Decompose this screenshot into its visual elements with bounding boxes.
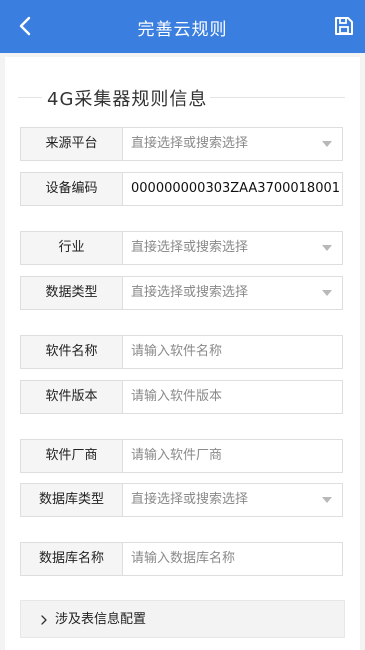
source-platform-select[interactable]: 来源平台 直接选择或搜索选择 [20,127,343,161]
software-name-input[interactable]: 软件名称 请输入软件名称 [20,335,343,369]
software-version-input[interactable]: 软件版本 请输入软件版本 [20,380,343,414]
table-info-config-expander[interactable]: 涉及表信息配置 [20,600,345,638]
section-title: 4G采集器规则信息 [47,89,208,110]
field-placeholder: 请输入软件名称 [131,344,223,359]
software-vendor-input[interactable]: 软件厂商 请输入软件厂商 [20,439,343,473]
dropdown-arrow-icon [322,245,332,251]
expander-label: 涉及表信息配置 [55,612,147,627]
field-label: 数据库类型 [21,484,123,516]
data-type-select[interactable]: 数据类型 直接选择或搜索选择 [20,276,343,310]
save-button[interactable] [333,15,355,37]
dropdown-arrow-icon [322,290,332,296]
dropdown-arrow-icon [322,497,332,503]
field-label: 数据类型 [21,277,123,309]
chevron-right-icon [41,615,47,625]
page-title: 完善云规则 [137,20,228,40]
section-divider-left [18,97,42,98]
field-placeholder: 直接选择或搜索选择 [131,285,249,300]
field-placeholder: 请输入软件厂商 [131,448,223,463]
database-name-input[interactable]: 数据库名称 请输入数据库名称 [20,542,343,576]
field-value: 000000000303ZAA3700018001 [131,181,341,196]
app-header: 完善云规则 [0,0,365,53]
device-code-field[interactable]: 设备编码 000000000303ZAA3700018001 [20,172,343,206]
field-label: 软件厂商 [21,440,123,472]
field-placeholder: 请输入软件版本 [131,389,223,404]
field-label: 设备编码 [21,173,123,205]
save-icon [335,17,353,35]
field-label: 软件版本 [21,381,123,413]
field-placeholder: 直接选择或搜索选择 [131,240,249,255]
field-placeholder: 请输入数据库名称 [131,551,236,566]
field-label: 数据库名称 [21,543,123,575]
field-label: 来源平台 [21,128,123,160]
field-label: 行业 [21,232,123,264]
dropdown-arrow-icon [322,141,332,147]
section-header: 4G采集器规则信息 [0,82,365,112]
field-label: 软件名称 [21,336,123,368]
industry-select[interactable]: 行业 直接选择或搜索选择 [20,231,343,265]
field-placeholder: 直接选择或搜索选择 [131,492,249,507]
section-divider-right [210,97,345,98]
database-type-select[interactable]: 数据库类型 直接选择或搜索选择 [20,483,343,517]
field-placeholder: 直接选择或搜索选择 [131,136,249,151]
